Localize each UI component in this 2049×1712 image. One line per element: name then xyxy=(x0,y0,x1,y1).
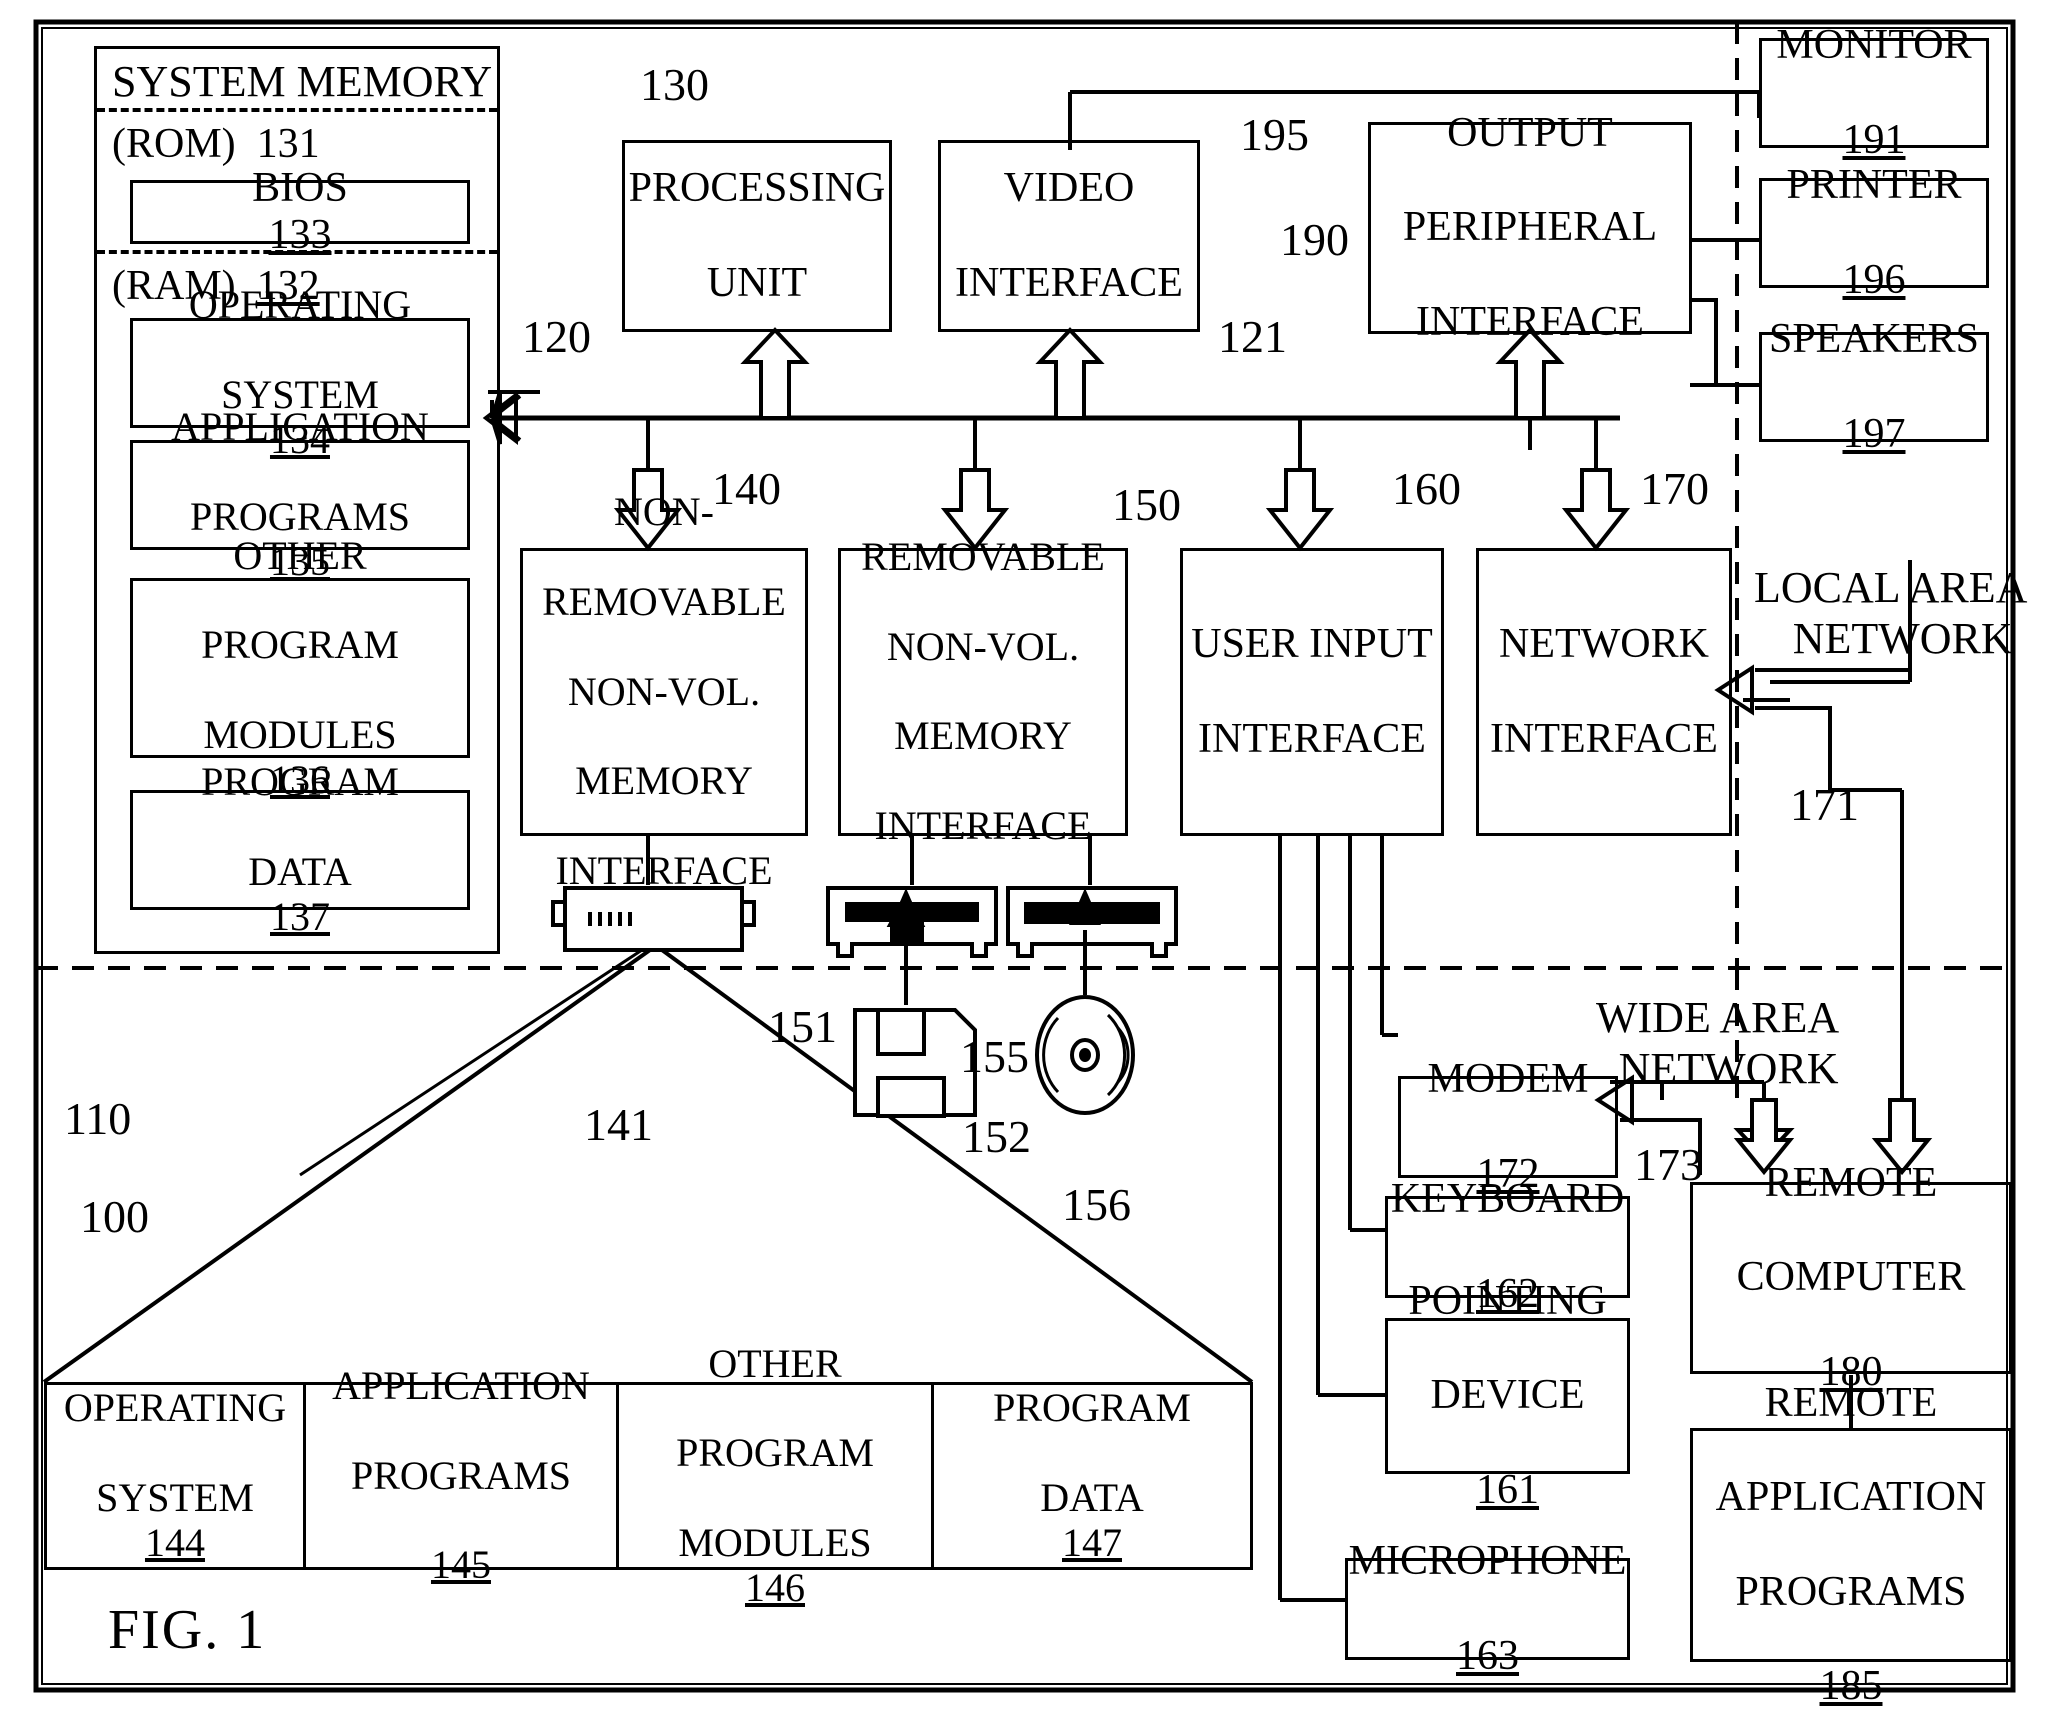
ref-140: 140 xyxy=(712,463,781,514)
ref-171: 171 xyxy=(1790,779,1859,830)
removable-memory-interface-box: REMOVABLE NON-VOL. MEMORY INTERFACE xyxy=(838,534,1128,848)
remote-application-programs-box: REMOTE APPLICATION PROGRAMS 185 xyxy=(1690,1380,2012,1709)
rom-divider xyxy=(97,108,497,112)
processing-unit-box: PROCESSING UNIT xyxy=(622,140,892,332)
video-interface-box: VIDEO INTERFACE xyxy=(938,140,1200,332)
network-interface-box: NETWORK INTERFACE xyxy=(1476,548,1732,836)
ref-100: 100 xyxy=(80,1191,149,1242)
modem-box: MODEM 172 xyxy=(1398,1056,1618,1197)
ref-190: 190 xyxy=(1280,214,1349,265)
system-memory-title: SYSTEM MEMORY xyxy=(112,57,493,106)
figure-caption: FIG. 1 xyxy=(108,1599,267,1661)
ref-160: 160 xyxy=(1392,463,1461,514)
program-data-box: PROGRAM DATA 137 xyxy=(130,760,470,939)
disk-operating-system-cell: OPERATING SYSTEM 144 xyxy=(44,1382,306,1570)
ref-155: 155 xyxy=(960,1031,1029,1082)
ref-121: 121 xyxy=(1218,311,1287,362)
remote-computer-box: REMOTE COMPUTER 180 xyxy=(1690,1160,2012,1395)
microphone-box: MICROPHONE 163 xyxy=(1345,1538,1630,1679)
ref-141: 141 xyxy=(584,1099,653,1150)
ram-divider xyxy=(97,250,497,254)
user-input-interface-box: USER INPUT INTERFACE xyxy=(1180,548,1444,836)
bios-box: BIOS 133 xyxy=(130,165,470,258)
ref-152: 152 xyxy=(962,1111,1031,1162)
disk-other-program-modules-cell: OTHER PROGRAM MODULES 146 xyxy=(616,1341,934,1609)
wan-label: WIDE AREA NETWORK xyxy=(1596,993,1840,1093)
ref-150: 150 xyxy=(1112,479,1181,530)
printer-box: PRINTER 196 xyxy=(1759,162,1989,303)
other-program-modules-box: OTHER PROGRAM MODULES 136 xyxy=(130,533,470,801)
ref-195: 195 xyxy=(1240,109,1309,160)
ref-110: 110 xyxy=(64,1093,132,1144)
ref-130: 130 xyxy=(640,59,709,110)
non-removable-memory-interface-box: NON- REMOVABLE NON-VOL. MEMORY INTERFACE xyxy=(520,490,808,893)
ref-156: 156 xyxy=(1062,1179,1131,1230)
speakers-box: SPEAKERS 197 xyxy=(1759,316,1989,457)
ref-151: 151 xyxy=(768,1001,837,1052)
ref-120: 120 xyxy=(522,311,591,362)
patent-figure-1: .ln{stroke:#000;stroke-width:4;fill:none… xyxy=(0,0,2049,1712)
lan-label: LOCAL AREA NETWORK xyxy=(1754,563,2028,663)
disk-program-data-cell: PROGRAM DATA 147 xyxy=(931,1382,1253,1570)
ref-170: 170 xyxy=(1640,463,1709,514)
rom-label: (ROM) 131 xyxy=(112,121,320,167)
output-peripheral-interface-box: OUTPUT PERIPHERAL INTERFACE xyxy=(1368,110,1692,345)
disk-application-programs-cell: APPLICATION PROGRAMS 145 xyxy=(303,1363,619,1587)
pointing-device-box: POINTING DEVICE 161 xyxy=(1385,1278,1630,1513)
monitor-box: MONITOR 191 xyxy=(1759,22,1989,163)
